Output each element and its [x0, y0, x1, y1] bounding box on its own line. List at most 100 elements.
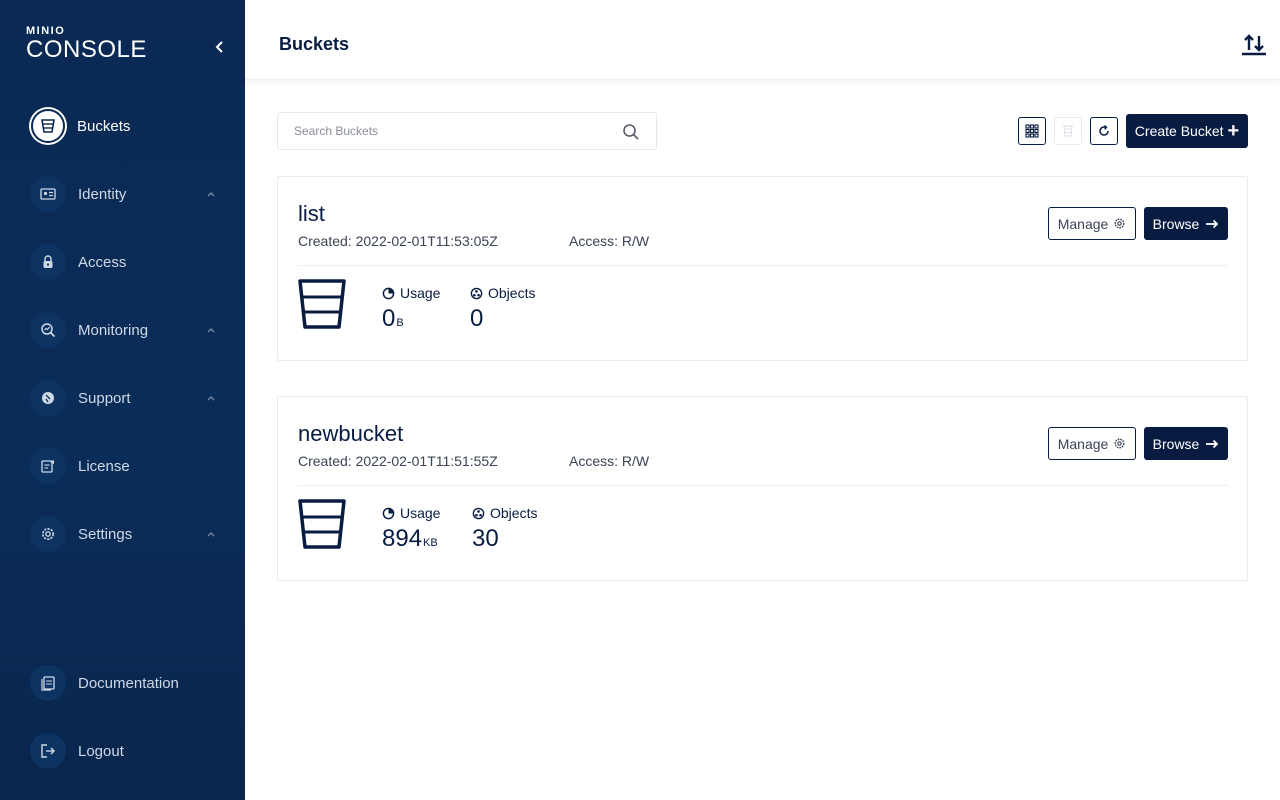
- create-bucket-label: Create Bucket: [1134, 123, 1224, 139]
- delete-selected-button[interactable]: [1054, 117, 1082, 145]
- upload-button[interactable]: [1239, 30, 1269, 58]
- gear-icon: [1114, 218, 1125, 229]
- bucket-card: list Created: 2022-02-01T11:53:05Z Acces…: [277, 176, 1248, 361]
- usage-value-row: 0B: [382, 305, 440, 333]
- refresh-button[interactable]: [1090, 117, 1118, 145]
- page-title: Buckets: [279, 34, 350, 54]
- sidebar-item-buckets[interactable]: Buckets: [30, 106, 230, 146]
- browse-label: Browse: [1152, 435, 1200, 452]
- arrow-right-icon: [1206, 439, 1219, 448]
- chevron-up-icon: [207, 395, 215, 401]
- objects-icon: [470, 287, 483, 299]
- sidebar-item-monitoring[interactable]: Monitoring: [30, 310, 230, 350]
- sidebar-item-label: Monitoring: [78, 321, 149, 339]
- lock-icon: [30, 244, 66, 280]
- sidebar-item-label: Support: [78, 389, 131, 407]
- pie-chart-icon: [382, 287, 395, 299]
- bucket-access: Access: R/W: [569, 453, 650, 469]
- usage-label-row: Usage: [382, 505, 440, 521]
- sidebar: MINIO CONSOLE Buckets Identity Access Mo…: [0, 0, 245, 800]
- usage-label: Usage: [400, 285, 441, 301]
- arrow-right-icon: [1206, 219, 1219, 228]
- chevron-left-icon: [215, 41, 223, 53]
- usage-stat: Usage 0B: [382, 285, 440, 333]
- bucket-access: Access: R/W: [569, 233, 650, 249]
- plus-icon: +: [1227, 120, 1240, 142]
- select-multiple-button[interactable]: [1018, 117, 1046, 145]
- objects-stat: Objects 0: [470, 285, 535, 333]
- manage-label: Manage: [1057, 215, 1109, 232]
- sidebar-item-label: Access: [78, 253, 127, 271]
- usage-unit: B: [396, 317, 404, 329]
- objects-label: Objects: [488, 285, 536, 301]
- bucket-icon: [298, 499, 346, 549]
- usage-value: 894: [382, 525, 423, 552]
- search-box: [277, 112, 657, 150]
- sidebar-item-label: Logout: [78, 742, 124, 760]
- search-icon[interactable]: [622, 123, 640, 141]
- divider: [298, 265, 1228, 266]
- minio-console-logo[interactable]: MINIO CONSOLE: [26, 26, 147, 63]
- bucket-name[interactable]: list: [298, 201, 325, 227]
- objects-label-row: Objects: [472, 505, 537, 521]
- collapse-sidebar-button[interactable]: [208, 36, 230, 58]
- sidebar-item-label: License: [78, 457, 130, 475]
- objects-label: Objects: [490, 505, 538, 521]
- objects-value: 30: [472, 525, 499, 552]
- browse-button[interactable]: Browse: [1144, 207, 1228, 240]
- manage-button[interactable]: Manage: [1048, 427, 1136, 460]
- bucket-created: Created: 2022-02-01T11:53:05Z: [298, 233, 498, 249]
- documentation-icon: [30, 665, 66, 701]
- objects-value: 0: [470, 305, 484, 332]
- sidebar-item-documentation[interactable]: Documentation: [30, 663, 230, 703]
- create-bucket-button[interactable]: Create Bucket +: [1126, 114, 1248, 148]
- id-card-icon: [30, 176, 66, 212]
- chevron-up-icon: [207, 191, 215, 197]
- license-icon: [30, 448, 66, 484]
- objects-stat: Objects 30: [472, 505, 537, 553]
- chevron-up-icon: [207, 531, 215, 537]
- logout-icon: [30, 733, 66, 769]
- manage-button[interactable]: Manage: [1048, 207, 1136, 240]
- objects-label-row: Objects: [470, 285, 535, 301]
- sidebar-item-identity[interactable]: Identity: [30, 174, 230, 214]
- bucket-icon: [298, 279, 346, 329]
- divider: [298, 485, 1228, 486]
- usage-value: 0: [382, 305, 396, 332]
- logo-big-text: CONSOLE: [26, 36, 147, 63]
- browse-label: Browse: [1152, 215, 1200, 232]
- grid-select-icon: [1025, 124, 1039, 138]
- sidebar-item-license[interactable]: License: [30, 446, 230, 486]
- bucket-card: newbucket Created: 2022-02-01T11:51:55Z …: [277, 396, 1248, 581]
- usage-unit: KB: [423, 537, 438, 549]
- sidebar-item-access[interactable]: Access: [30, 242, 230, 282]
- sidebar-item-logout[interactable]: Logout: [30, 731, 230, 771]
- sort-upload-icon: [1242, 34, 1266, 56]
- bucket-name[interactable]: newbucket: [298, 421, 403, 447]
- sidebar-item-support[interactable]: Support: [30, 378, 230, 418]
- usage-label: Usage: [400, 505, 441, 521]
- browse-button[interactable]: Browse: [1144, 427, 1228, 460]
- usage-stat: Usage 894KB: [382, 505, 440, 553]
- page-header: Buckets: [245, 0, 1280, 80]
- support-icon: [30, 380, 66, 416]
- chevron-up-icon: [207, 327, 215, 333]
- refresh-icon: [1099, 124, 1109, 136]
- usage-value-row: 894KB: [382, 525, 440, 553]
- bucket-delete-icon: [1063, 125, 1073, 137]
- sidebar-item-label: Buckets: [77, 117, 131, 135]
- manage-label: Manage: [1057, 435, 1109, 452]
- bucket-created: Created: 2022-02-01T11:51:55Z: [298, 453, 498, 469]
- search-input[interactable]: [294, 124, 614, 138]
- gear-icon: [1114, 438, 1125, 449]
- sidebar-item-settings[interactable]: Settings: [30, 514, 230, 554]
- gear-icon: [30, 516, 66, 552]
- magnifier-chart-icon: [30, 312, 66, 348]
- sidebar-item-label: Documentation: [78, 674, 179, 692]
- usage-label-row: Usage: [382, 285, 440, 301]
- objects-icon: [472, 507, 485, 519]
- sidebar-item-label: Settings: [78, 525, 133, 543]
- pie-chart-icon: [382, 507, 395, 519]
- bucket-icon: [31, 109, 65, 143]
- sidebar-item-label: Identity: [78, 185, 127, 203]
